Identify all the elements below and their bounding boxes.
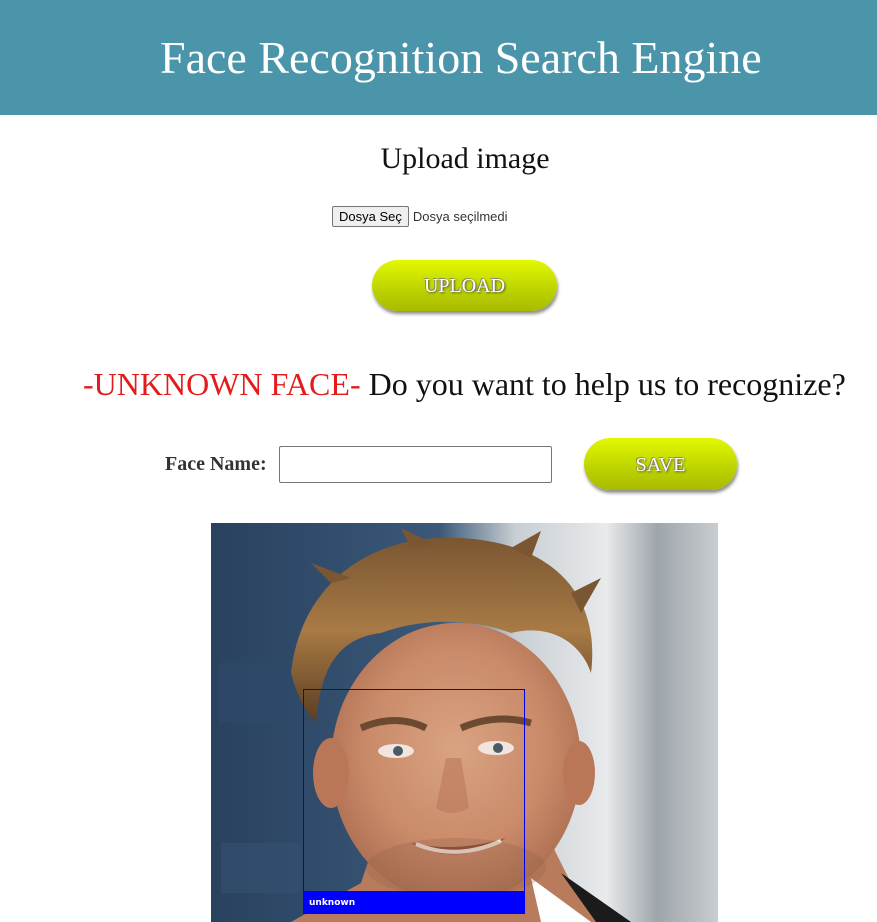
page-header: Face Recognition Search Engine: [0, 0, 877, 115]
app-title: Face Recognition Search Engine: [160, 32, 762, 83]
choose-file-button[interactable]: Dosya Seç: [332, 206, 409, 227]
face-detection-box: [303, 689, 525, 892]
save-button[interactable]: SAVE: [584, 438, 737, 490]
unknown-face-label: -UNKNOWN FACE-: [83, 366, 361, 402]
help-prompt: Do you want to help us to recognize?: [360, 366, 846, 402]
uploaded-photo: unknown: [211, 523, 718, 922]
recognition-result: -UNKNOWN FACE- Do you want to help us to…: [83, 364, 846, 404]
upload-heading: Upload image: [380, 142, 550, 175]
face-label-tag: unknown: [303, 892, 525, 914]
face-name-label: Face Name:: [165, 453, 267, 475]
upload-button[interactable]: UPLOAD: [372, 260, 557, 311]
face-name-input[interactable]: [279, 446, 552, 483]
file-input[interactable]: Dosya Seç Dosya seçilmedi: [332, 206, 508, 227]
file-status-text: Dosya seçilmedi: [412, 209, 508, 224]
